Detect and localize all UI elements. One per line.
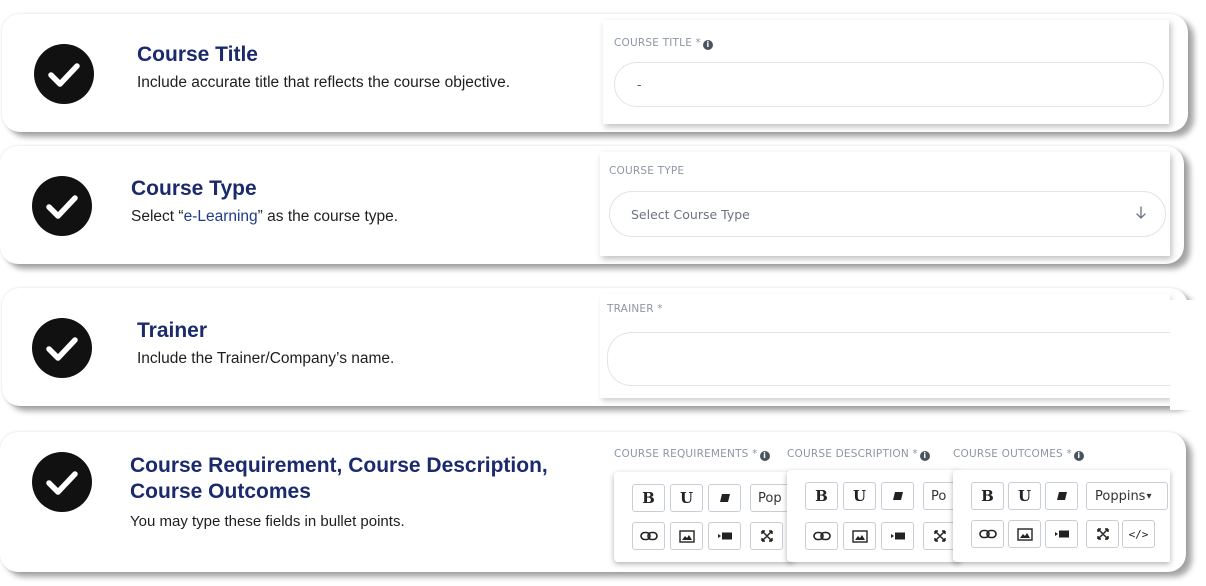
info-icon[interactable]: i: [703, 40, 714, 50]
step-title-line1: Course Requirement, Course Description,: [130, 454, 548, 477]
step-description: You may type these fields in bullet poin…: [130, 513, 405, 530]
fullscreen-icon: [933, 530, 946, 542]
underline-button[interactable]: U: [1008, 482, 1041, 510]
link-button[interactable]: [805, 522, 838, 550]
image-icon: [678, 529, 695, 543]
step-title: Trainer: [137, 319, 208, 342]
link-button[interactable]: [632, 522, 665, 550]
link-icon: [812, 531, 831, 541]
desc-post: ” as the course type.: [257, 208, 399, 225]
label-text: COURSE TITLE *: [614, 37, 702, 49]
course-outcomes-label: COURSE OUTCOMES * i: [953, 448, 1084, 461]
course-requirements-editor[interactable]: B U Pop: [614, 472, 794, 562]
checkmark-icon: [32, 452, 92, 512]
eraser-icon: [719, 494, 730, 502]
image-button[interactable]: [670, 522, 703, 550]
step-title-line2: Course Outcomes: [130, 480, 311, 503]
course-title-input[interactable]: -: [614, 62, 1164, 107]
course-requirements-label: COURSE REQUIREMENTS * i: [614, 448, 770, 461]
step-description: Select “e-Learning” as the course type.: [131, 208, 398, 226]
image-button[interactable]: [1008, 520, 1041, 548]
course-title-label: COURSE TITLE * i: [614, 37, 714, 50]
step-title: Course Title: [137, 43, 258, 66]
video-button[interactable]: [708, 522, 741, 550]
eraser-button[interactable]: [1045, 482, 1078, 510]
course-type-label: COURSE TYPE: [609, 165, 685, 177]
checkmark-icon: [34, 44, 94, 104]
bold-button[interactable]: B: [805, 482, 838, 510]
link-icon: [639, 531, 658, 541]
image-icon: [1016, 527, 1033, 541]
label-text: COURSE DESCRIPTION *: [787, 448, 918, 460]
video-icon: [717, 532, 732, 540]
caret-down-icon: ▾: [1146, 490, 1152, 502]
checkmark-icon: [32, 318, 92, 378]
info-icon[interactable]: i: [759, 451, 770, 461]
video-button[interactable]: [881, 522, 914, 550]
image-icon: [851, 529, 868, 543]
underline-button[interactable]: U: [670, 484, 703, 512]
fullscreen-icon: [760, 530, 773, 542]
course-title-value: -: [637, 77, 642, 92]
video-icon: [890, 532, 905, 540]
trainer-panel-mask: [1170, 300, 1206, 410]
label-text: COURSE REQUIREMENTS *: [614, 448, 758, 460]
eraser-icon: [1056, 492, 1067, 500]
desc-pre: Select “: [131, 208, 184, 225]
editors-panel-mask: [1170, 440, 1206, 580]
arrow-down-icon: [1135, 205, 1147, 224]
desc-accent: e-Learning: [183, 208, 258, 225]
course-type-select[interactable]: Select Course Type: [609, 191, 1166, 237]
code-view-button[interactable]: </>: [1122, 520, 1155, 548]
step-description: Include the Trainer/Company’s name.: [137, 350, 395, 367]
font-family-value: Poppins: [1095, 488, 1146, 504]
course-type-placeholder: Select Course Type: [631, 207, 750, 222]
video-icon: [1054, 530, 1069, 538]
video-button[interactable]: [1045, 520, 1078, 548]
fullscreen-button[interactable]: [923, 522, 956, 550]
underline-button[interactable]: U: [843, 482, 876, 510]
fullscreen-icon: [1096, 528, 1109, 540]
link-button[interactable]: [971, 520, 1004, 548]
checkmark-icon: [32, 176, 92, 236]
bold-button[interactable]: B: [632, 484, 665, 512]
link-icon: [978, 529, 997, 539]
fullscreen-button[interactable]: [750, 522, 783, 550]
info-icon[interactable]: i: [919, 451, 930, 461]
step-title: Course Type: [131, 177, 257, 200]
fullscreen-button[interactable]: [1086, 520, 1119, 548]
label-text: COURSE OUTCOMES *: [953, 448, 1072, 460]
info-icon[interactable]: i: [1073, 451, 1084, 461]
course-description-editor[interactable]: B U Po: [787, 470, 961, 562]
font-family-dropdown[interactable]: Poppins ▾: [1086, 482, 1168, 510]
course-description-label: COURSE DESCRIPTION * i: [787, 448, 930, 461]
trainer-input[interactable]: [607, 332, 1206, 386]
eraser-button[interactable]: [881, 482, 914, 510]
trainer-label: TRAINER *: [607, 303, 663, 315]
eraser-icon: [892, 492, 903, 500]
step-description: Include accurate title that reflects the…: [137, 74, 511, 91]
eraser-button[interactable]: [708, 484, 741, 512]
image-button[interactable]: [843, 522, 876, 550]
bold-button[interactable]: B: [971, 482, 1004, 510]
course-outcomes-editor[interactable]: B U Poppins ▾ </>: [953, 470, 1170, 562]
